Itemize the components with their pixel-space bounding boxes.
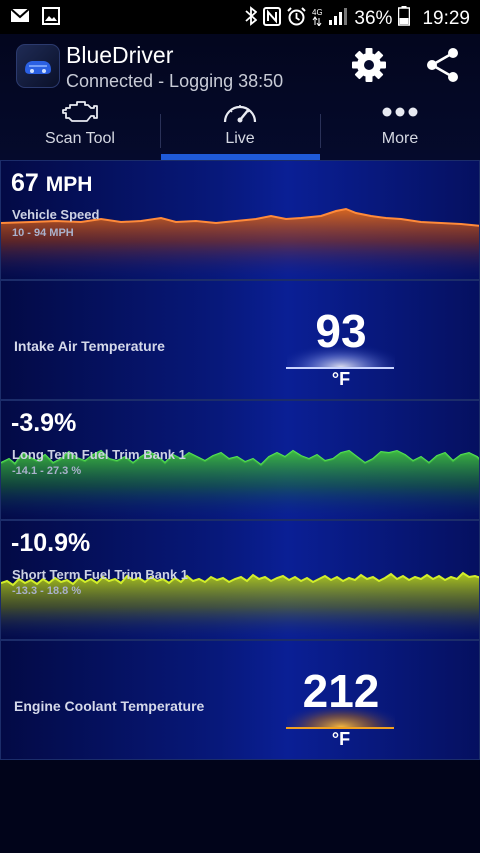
intake-air-temp-unit: °F: [331, 369, 351, 389]
short-term-fuel-trim-range: -13.3 - 18.8 %: [12, 585, 82, 597]
vehicle-speed-range: 10 - 94 MPH: [12, 227, 74, 239]
live-gauges-list: 67 MPH Vehicle Speed 10 - 94 MPH Intake …: [0, 160, 480, 762]
engine-coolant-temp-unit: °F: [331, 729, 351, 749]
app-title: BlueDriver: [66, 42, 174, 68]
vehicle-speed-gauge[interactable]: 67 MPH Vehicle Speed 10 - 94 MPH: [0, 160, 480, 280]
settings-gear-icon[interactable]: [350, 46, 388, 84]
vehicle-speed-unit: MPH: [45, 173, 93, 196]
speedometer-icon: [220, 98, 260, 126]
long-term-fuel-trim-label: Long Term Fuel Trim Bank 1: [12, 447, 186, 462]
tab-live[interactable]: Live: [160, 96, 320, 160]
tab-label: Scan Tool: [45, 130, 115, 147]
short-term-fuel-trim-value: -10.9%: [11, 529, 91, 557]
status-bar: 4G 36% 19:29: [0, 0, 480, 34]
vehicle-speed-value: 67 MPH: [11, 169, 93, 197]
mail-icon: [10, 7, 30, 31]
intake-air-temp-gauge[interactable]: Intake Air Temperature 93 °F: [0, 280, 480, 400]
share-icon[interactable]: [424, 46, 462, 84]
nfc-icon: [263, 6, 282, 32]
bluetooth-icon: [245, 6, 258, 32]
bluedriver-logo-icon: [16, 44, 60, 88]
long-term-fuel-trim-gauge[interactable]: -3.9% Long Term Fuel Trim Bank 1 -14.1 -…: [0, 400, 480, 520]
app-header: BlueDriver Connected - Logging 38:50 Sca…: [0, 34, 480, 160]
short-term-fuel-trim-gauge[interactable]: -10.9% Short Term Fuel Trim Bank 1 -13.3…: [0, 520, 480, 640]
engine-icon: [60, 98, 100, 126]
engine-coolant-temp-label: Engine Coolant Temperature: [14, 698, 205, 714]
alarm-icon: [287, 6, 307, 32]
4g-icon: 4G: [312, 6, 323, 32]
short-term-fuel-trim-label: Short Term Fuel Trim Bank 1: [12, 567, 189, 582]
intake-air-temp-value: 93: [315, 305, 367, 357]
empty-background: [0, 762, 480, 853]
intake-air-temp-label: Intake Air Temperature: [14, 338, 165, 354]
battery-percent: 36%: [354, 8, 393, 29]
clock: 19:29: [422, 8, 470, 29]
tab-more[interactable]: More: [320, 96, 480, 160]
tab-scan-tool[interactable]: Scan Tool: [0, 96, 160, 160]
vehicle-speed-label: Vehicle Speed: [12, 207, 100, 222]
connection-status: Connected - Logging 38:50: [66, 71, 284, 91]
svg-text:4G: 4G: [312, 8, 322, 17]
signal-icon: [328, 7, 348, 31]
battery-icon: [398, 6, 411, 32]
tab-label: More: [381, 130, 419, 147]
long-term-fuel-trim-range: -14.1 - 27.3 %: [12, 465, 82, 477]
engine-coolant-temp-gauge[interactable]: Engine Coolant Temperature 212 °F: [0, 640, 480, 760]
tab-label: Live: [225, 130, 255, 147]
engine-coolant-temp-value: 212: [302, 665, 380, 717]
tab-bar: Scan Tool Live More: [0, 96, 480, 160]
more-dots-icon: [380, 98, 420, 126]
image-icon: [42, 7, 60, 31]
long-term-fuel-trim-value: -3.9%: [11, 409, 77, 437]
